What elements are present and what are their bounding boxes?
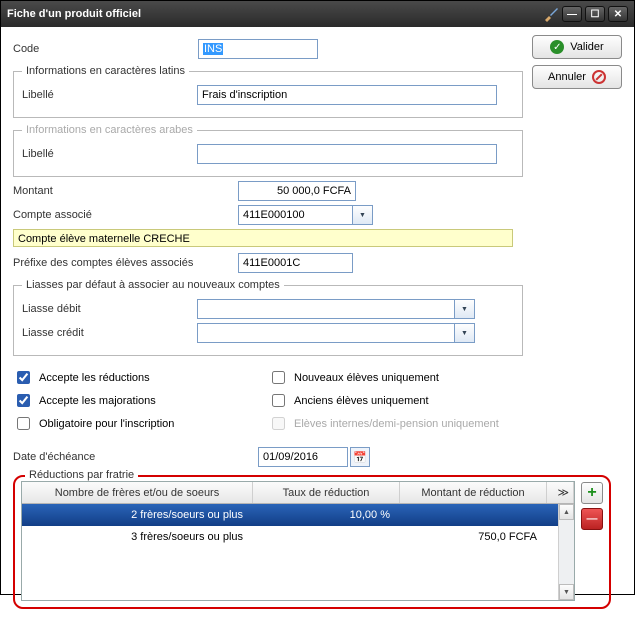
grid-col1[interactable]: Nombre de frères et/ou de soeurs: [22, 482, 253, 503]
check-nouveaux[interactable]: Nouveaux élèves uniquement: [268, 368, 523, 387]
prefix-row: Préfixe des comptes élèves associés: [13, 253, 523, 273]
grid-scrollbar[interactable]: ▲ ▼: [558, 504, 574, 600]
arab-legend: Informations en caractères arabes: [22, 124, 197, 136]
scroll-down-button[interactable]: ▼: [559, 584, 574, 600]
prefix-input[interactable]: [238, 253, 353, 273]
delete-row-button[interactable]: —: [581, 508, 603, 530]
montant-row: Montant: [13, 181, 523, 201]
montant-input[interactable]: [238, 181, 356, 201]
cancel-icon: [592, 70, 606, 84]
grid-header: Nombre de frères et/ou de soeurs Taux de…: [22, 482, 574, 504]
titlebar: Fiche d'un produit officiel — ☐ ✕: [1, 1, 634, 27]
compte-dropdown-button[interactable]: ▼: [353, 205, 373, 225]
close-button[interactable]: ✕: [608, 6, 628, 22]
grid-col2[interactable]: Taux de réduction: [253, 482, 400, 503]
validate-label: Valider: [570, 41, 603, 53]
liasse-debit-label: Liasse débit: [22, 303, 197, 315]
libelle-input[interactable]: [197, 85, 497, 105]
check-internes: Elèves internes/demi-pension uniquement: [268, 414, 523, 433]
check-anciens-box[interactable]: [272, 394, 285, 407]
libelle-ar-label: Libellé: [22, 148, 197, 160]
latin-fieldset: Informations en caractères latins Libell…: [13, 65, 523, 118]
action-buttons: ✓ Valider Annuler: [532, 35, 622, 95]
cell-montant: [400, 504, 547, 526]
code-input[interactable]: INS: [198, 39, 318, 59]
grid-side-buttons: + —: [581, 481, 603, 601]
validate-button[interactable]: ✓ Valider: [532, 35, 622, 59]
window-title: Fiche d'un produit officiel: [7, 8, 543, 20]
grid-body: 2 frères/soeurs ou plus10,00 %3 frères/s…: [22, 504, 558, 600]
cell-label: 3 frères/soeurs ou plus: [22, 526, 253, 548]
date-row: Date d'échéance 📅: [13, 447, 523, 467]
form-area: Code INS Informations en caractères lati…: [13, 39, 523, 467]
content-area: ✓ Valider Annuler Code INS Informations …: [1, 27, 634, 617]
cell-montant: 750,0 FCFA: [400, 526, 547, 548]
fratrie-grid: Nombre de frères et/ou de soeurs Taux de…: [21, 481, 575, 601]
check-majorations[interactable]: Accepte les majorations: [13, 391, 268, 410]
cancel-button[interactable]: Annuler: [532, 65, 622, 89]
compte-label: Compte associé: [13, 209, 238, 221]
liasses-legend: Liasses par défaut à associer au nouveau…: [22, 279, 284, 291]
check-reductions[interactable]: Accepte les réductions: [13, 368, 268, 387]
cell-taux: 10,00 %: [253, 504, 400, 526]
liasse-debit-dropdown-button[interactable]: ▼: [455, 299, 475, 319]
liasse-debit-input[interactable]: [197, 299, 455, 319]
check-nouveaux-label: Nouveaux élèves uniquement: [294, 372, 439, 384]
check-majorations-box[interactable]: [17, 394, 30, 407]
liasse-credit-label: Liasse crédit: [22, 327, 197, 339]
liasses-fieldset: Liasses par défaut à associer au nouveau…: [13, 279, 523, 356]
table-row[interactable]: 2 frères/soeurs ou plus10,00 %: [22, 504, 558, 526]
grid-col-menu[interactable]: ≫: [547, 482, 574, 503]
check-obligatoire[interactable]: Obligatoire pour l'inscription: [13, 414, 268, 433]
check-obligatoire-box[interactable]: [17, 417, 30, 430]
window: Fiche d'un produit officiel — ☐ ✕ ✓ Vali…: [0, 0, 635, 595]
table-row[interactable]: 3 frères/soeurs ou plus 750,0 FCFA: [22, 526, 558, 548]
check-nouveaux-box[interactable]: [272, 371, 285, 384]
cancel-label: Annuler: [548, 71, 586, 83]
montant-label: Montant: [13, 185, 238, 197]
libelle-ar-input: [197, 144, 497, 164]
check-internes-label: Elèves internes/demi-pension uniquement: [294, 418, 499, 430]
fratrie-title: Réductions par fratrie: [25, 469, 138, 481]
fratrie-frame: Réductions par fratrie Nombre de frères …: [13, 475, 611, 609]
latin-legend: Informations en caractères latins: [22, 65, 189, 77]
date-picker-button[interactable]: 📅: [350, 447, 370, 467]
check-internes-box: [272, 417, 285, 430]
compte-combo: ▼: [238, 205, 373, 225]
cell-label: 2 frères/soeurs ou plus: [22, 504, 253, 526]
cell-taux: [253, 526, 400, 548]
date-label: Date d'échéance: [13, 451, 258, 463]
liasse-credit-dropdown-button[interactable]: ▼: [455, 323, 475, 343]
check-reductions-label: Accepte les réductions: [39, 372, 150, 384]
check-anciens-label: Anciens élèves uniquement: [294, 395, 429, 407]
check-majorations-label: Accepte les majorations: [39, 395, 156, 407]
brush-icon: [543, 6, 559, 22]
scroll-track[interactable]: [559, 520, 574, 584]
liasse-credit-input[interactable]: [197, 323, 455, 343]
compte-row: Compte associé ▼: [13, 205, 523, 225]
maximize-button[interactable]: ☐: [585, 6, 605, 22]
compte-description: Compte élève maternelle CRECHE: [13, 229, 513, 247]
add-row-button[interactable]: +: [581, 482, 603, 504]
libelle-label: Libellé: [22, 89, 197, 101]
check-obligatoire-label: Obligatoire pour l'inscription: [39, 418, 174, 430]
code-label: Code: [13, 43, 198, 55]
arab-fieldset: Informations en caractères arabes Libell…: [13, 124, 523, 177]
date-input[interactable]: [258, 447, 348, 467]
checkboxes-area: Accepte les réductions Accepte les major…: [13, 364, 523, 437]
grid-col3[interactable]: Montant de réduction: [400, 482, 547, 503]
check-icon: ✓: [550, 40, 564, 54]
scroll-up-button[interactable]: ▲: [559, 504, 574, 520]
calendar-icon: 📅: [353, 451, 367, 464]
check-reductions-box[interactable]: [17, 371, 30, 384]
code-row: Code INS: [13, 39, 523, 59]
compte-input[interactable]: [238, 205, 353, 225]
check-anciens[interactable]: Anciens élèves uniquement: [268, 391, 523, 410]
minimize-button[interactable]: —: [562, 6, 582, 22]
prefix-label: Préfixe des comptes élèves associés: [13, 257, 238, 269]
